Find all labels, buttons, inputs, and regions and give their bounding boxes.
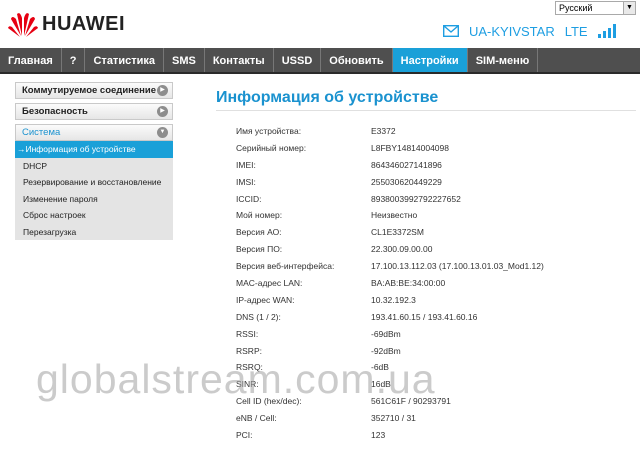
info-value: 17.100.13.112.03 (17.100.13.01.03_Mod1.1… xyxy=(371,261,544,272)
sidebar-group-label: Безопасность xyxy=(22,106,88,117)
operator-name: UA-KYIVSTAR xyxy=(469,23,555,39)
sidebar-group-system[interactable]: Система ▼ xyxy=(15,124,173,141)
info-value: Неизвестно xyxy=(371,210,418,221)
sidebar: Коммутируемое соединение ▶ Безопасность … xyxy=(15,82,173,240)
info-label: RSRQ: xyxy=(236,362,263,373)
info-label: Версия ПО: xyxy=(236,244,283,255)
info-value: E3372 xyxy=(371,126,396,136)
info-value: 193.41.60.15 / 193.41.60.16 xyxy=(371,311,478,322)
info-value: 123 xyxy=(371,430,386,441)
sidebar-item-reboot[interactable]: Перезагрузка xyxy=(15,224,173,241)
info-value: L8FBY14814004098 xyxy=(371,142,449,153)
status-bar: UA-KYIVSTAR LTE xyxy=(443,22,616,40)
nav-sim-menu[interactable]: SIM-меню xyxy=(468,48,539,72)
info-value: 22.300.09.00.00 xyxy=(371,244,433,255)
sidebar-group-security[interactable]: Безопасность ▶ xyxy=(15,103,173,120)
chevron-down-icon[interactable]: ▼ xyxy=(623,2,635,14)
info-label: Имя устройства: xyxy=(236,126,302,136)
chevron-right-icon: ▶ xyxy=(157,85,168,96)
chevron-down-icon: ▼ xyxy=(157,127,168,138)
sidebar-item-dhcp[interactable]: DHCP xyxy=(15,158,173,175)
info-label: Серийный номер: xyxy=(236,142,307,153)
info-value: 864346027141896 xyxy=(371,159,442,170)
sidebar-group-dialup[interactable]: Коммутируемое соединение ▶ xyxy=(15,82,173,99)
info-label: Версия веб-интерфейса: xyxy=(236,261,335,272)
info-label: PCI: xyxy=(236,430,253,441)
info-value: -6dB xyxy=(371,362,389,373)
info-label: RSSI: xyxy=(236,328,259,339)
info-label: RSRP: xyxy=(236,345,262,356)
sidebar-group-label: Коммутируемое соединение xyxy=(22,85,157,96)
info-value: -69dBm xyxy=(371,328,401,339)
info-value: 352710 / 31 xyxy=(371,413,416,424)
nav-sms[interactable]: SMS xyxy=(164,48,205,72)
info-value: 561C61F / 90293791 xyxy=(371,396,451,407)
info-value: 16dB xyxy=(371,379,391,390)
info-label: Мой номер: xyxy=(236,210,283,221)
chevron-right-icon: ▶ xyxy=(157,106,168,117)
sidebar-group-label: Система xyxy=(22,127,61,138)
info-label: ICCID: xyxy=(236,193,262,204)
sidebar-item-device-info[interactable]: →Информация об устройстве xyxy=(15,141,173,158)
sidebar-item-factory-reset[interactable]: Сброс настроек xyxy=(15,207,173,224)
huawei-logo xyxy=(8,13,38,37)
brand-name: HUAWEI xyxy=(42,13,125,35)
info-value: 255030620449229 xyxy=(371,176,442,187)
info-label: IP-адрес WAN: xyxy=(236,294,295,305)
info-label: Версия АО: xyxy=(236,227,282,238)
info-value: 8938003992792227652 xyxy=(371,193,461,204)
info-label: Cell ID (hex/dec): xyxy=(236,396,302,407)
nav-home[interactable]: Главная xyxy=(0,48,62,72)
network-type: LTE xyxy=(564,23,588,39)
info-label: eNB / Cell: xyxy=(236,413,277,424)
info-value: CL1E3372SM xyxy=(371,227,424,238)
language-select[interactable]: Русский ▼ xyxy=(555,1,636,15)
info-label: DNS (1 / 2): xyxy=(236,311,281,322)
nav-update[interactable]: Обновить xyxy=(321,48,393,72)
info-value: -92dBm xyxy=(371,345,401,356)
nav-settings[interactable]: Настройки xyxy=(392,48,468,72)
signal-icon xyxy=(597,24,616,38)
title-divider xyxy=(216,110,636,111)
nav-help[interactable]: ? xyxy=(62,48,86,72)
info-label: SINR: xyxy=(236,379,259,390)
nav-statistics[interactable]: Статистика xyxy=(85,48,164,72)
info-label: IMEI: xyxy=(236,159,256,170)
sidebar-submenu: →Информация об устройстве DHCP Резервиро… xyxy=(15,141,173,240)
sidebar-item-backup-restore[interactable]: Резервирование и восстановление xyxy=(15,174,173,191)
info-value: BA:AB:BE:34:00:00 xyxy=(371,278,446,289)
info-label: IMSI: xyxy=(236,176,256,187)
main-nav: Главная ? Статистика SMS Контакты USSD О… xyxy=(0,48,640,74)
info-value: 10.32.192.3 xyxy=(371,294,416,305)
page-title: Информация об устройстве xyxy=(216,89,439,106)
sidebar-item-change-password[interactable]: Изменение пароля xyxy=(15,191,173,208)
envelope-icon[interactable] xyxy=(443,25,459,37)
info-label: MAC-адрес LAN: xyxy=(236,278,303,289)
nav-contacts[interactable]: Контакты xyxy=(205,48,274,72)
nav-ussd[interactable]: USSD xyxy=(274,48,322,72)
header: HUAWEI Русский ▼ UA-KYIVSTAR LTE xyxy=(0,0,640,46)
language-select-value: Русский xyxy=(559,3,593,13)
